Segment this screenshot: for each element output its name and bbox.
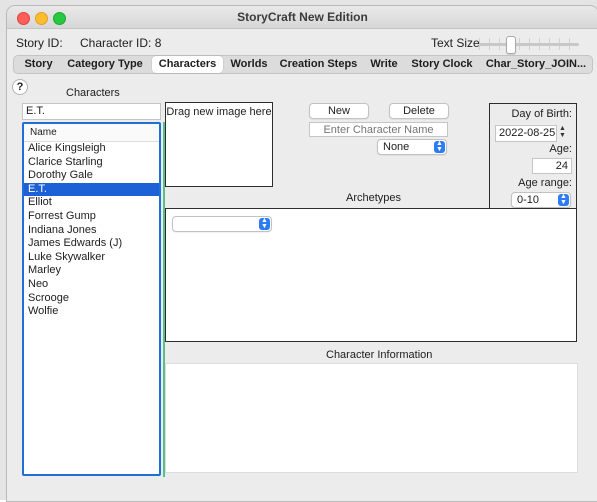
character-id-label: Character ID: 8 xyxy=(80,36,162,50)
character-info-textarea[interactable] xyxy=(165,363,578,473)
list-item-selected[interactable]: E.T. xyxy=(24,182,159,197)
tab-creation-steps[interactable]: Creation Steps xyxy=(277,56,360,73)
age-value: 24 xyxy=(555,160,568,172)
list-item[interactable]: Clarice Starling xyxy=(24,156,159,170)
tab-worlds[interactable]: Worlds xyxy=(227,56,271,73)
info-bar: Story ID: Character ID: 8 Text Size xyxy=(7,29,597,54)
character-info-title: Character Information xyxy=(326,349,433,361)
list-item[interactable]: Dorothy Gale xyxy=(24,169,159,183)
age-range-value: 0-10 xyxy=(517,194,540,206)
list-item[interactable]: Neo xyxy=(24,278,159,292)
characters-title: Characters xyxy=(66,87,120,99)
role-select[interactable]: None ▲ ▼ xyxy=(377,139,447,155)
question-mark-icon[interactable]: ? xyxy=(12,79,28,95)
birth-panel: Day of Birth: 2022-08-25 ▲ ▼ Age: 24 Age … xyxy=(489,103,577,211)
up-down-stepper-icon[interactable]: ▲ ▼ xyxy=(558,125,567,140)
tab-characters[interactable]: Characters xyxy=(152,56,223,73)
tab-char-story-join[interactable]: Char_Story_JOIN... xyxy=(482,56,590,73)
list-item[interactable]: Forrest Gump xyxy=(24,210,159,224)
list-item[interactable]: Scrooge xyxy=(24,292,159,306)
new-button[interactable]: New xyxy=(309,103,369,119)
character-list[interactable]: Name Alice Kingsleigh Clarice Starling D… xyxy=(22,122,161,476)
character-image-drop[interactable]: Drag new image here xyxy=(165,102,273,187)
text-size-slider[interactable] xyxy=(479,43,579,46)
image-drop-hint: Drag new image here xyxy=(166,106,272,118)
story-id-label: Story ID: xyxy=(16,36,63,50)
text-size-label: Text Size xyxy=(431,36,480,50)
list-item[interactable]: Wolfie xyxy=(24,305,159,319)
title-bar: StoryCraft New Edition xyxy=(7,6,597,29)
up-down-chevron-icon: ▲ ▼ xyxy=(259,217,270,230)
tab-write[interactable]: Write xyxy=(366,56,402,73)
dob-value: 2022-08-25 xyxy=(499,127,556,139)
archetypes-title: Archetypes xyxy=(346,192,402,204)
text-size-slider-knob[interactable] xyxy=(506,36,516,54)
app-window: StoryCraft New Edition Story ID: Charact… xyxy=(6,5,597,502)
window-title: StoryCraft New Edition xyxy=(237,10,368,24)
age-range-select[interactable]: 0-10 ▲ ▼ xyxy=(511,192,571,208)
character-search-field[interactable]: E.T. xyxy=(22,103,161,120)
dob-label: Day of Birth: xyxy=(511,108,572,120)
age-field[interactable]: 24 xyxy=(532,158,572,174)
list-item[interactable]: Alice Kingsleigh xyxy=(24,142,159,156)
list-header-name[interactable]: Name xyxy=(24,124,159,142)
archetypes-select[interactable]: ▲ ▼ xyxy=(172,216,272,232)
list-item[interactable]: Indiana Jones xyxy=(24,224,159,238)
tab-story-clock[interactable]: Story Clock xyxy=(408,56,476,73)
delete-button[interactable]: Delete xyxy=(389,103,449,119)
dob-field[interactable]: 2022-08-25 xyxy=(495,125,557,142)
character-name-input[interactable] xyxy=(309,122,448,137)
age-label: Age: xyxy=(549,143,572,155)
list-item[interactable]: Elliot xyxy=(24,196,159,210)
list-item[interactable]: James Edwards (J) xyxy=(24,237,159,251)
list-item[interactable]: Marley xyxy=(24,264,159,278)
tab-bar: Story Category Type Characters Worlds Cr… xyxy=(13,55,593,74)
role-select-value: None xyxy=(383,141,410,153)
character-search-value: E.T. xyxy=(26,105,45,117)
up-down-chevron-icon: ▲ ▼ xyxy=(434,140,445,153)
up-down-chevron-icon: ▲ ▼ xyxy=(558,193,569,206)
archetypes-panel: ▲ ▼ xyxy=(165,208,577,342)
age-range-label: Age range: xyxy=(518,177,572,189)
tab-category-type[interactable]: Category Type xyxy=(64,56,146,73)
tab-story[interactable]: Story xyxy=(16,56,61,73)
list-item[interactable]: Luke Skywalker xyxy=(24,251,159,265)
